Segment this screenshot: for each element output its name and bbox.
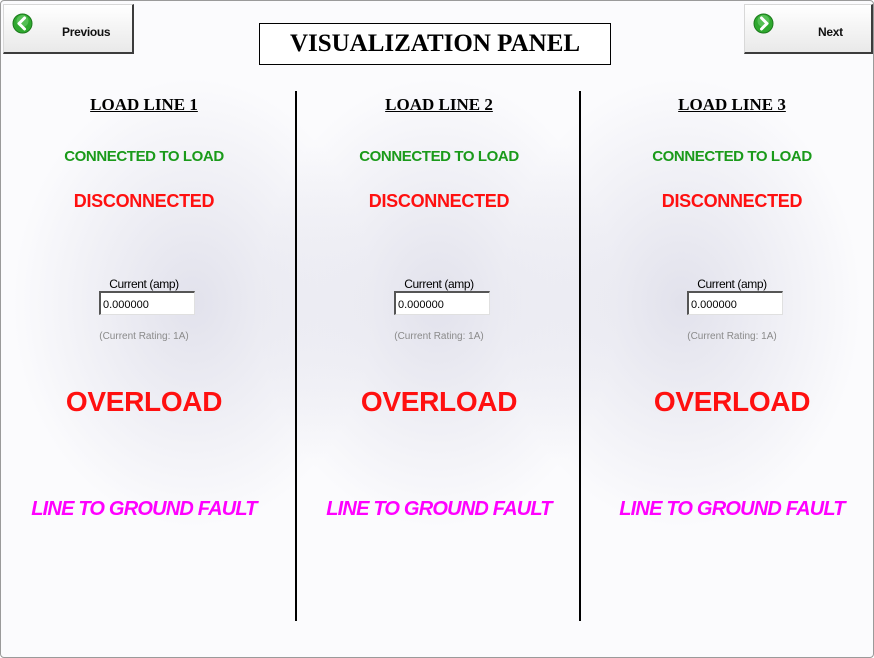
load-line-heading: LOAD LINE 1 xyxy=(90,95,198,114)
current-input[interactable] xyxy=(687,291,783,315)
ground-fault-indicator: LINE TO GROUND FAULT xyxy=(326,498,552,520)
disconnected-status-indicator: DISCONNECTED xyxy=(661,191,803,211)
connected-status-indicator: CONNECTED TO LOAD xyxy=(64,148,224,165)
connected-status-indicator: CONNECTED TO LOAD xyxy=(652,148,812,165)
overload-indicator: OVERLOAD xyxy=(360,386,518,417)
load-line-1-column: LOAD LINE 1 CONNECTED TO LOAD DISCONNECT… xyxy=(9,1,279,657)
current-label: Current (amp) xyxy=(109,277,179,291)
current-rating-note: (Current Rating: 1A) xyxy=(99,331,189,342)
current-label: Current (amp) xyxy=(404,277,474,291)
ground-fault-indicator: LINE TO GROUND FAULT xyxy=(31,498,257,520)
overload-indicator: OVERLOAD xyxy=(653,386,811,417)
current-input[interactable] xyxy=(394,291,490,315)
current-label: Current (amp) xyxy=(697,277,767,291)
connected-status-indicator: CONNECTED TO LOAD xyxy=(359,148,519,165)
column-divider xyxy=(295,91,297,621)
current-rating-note: (Current Rating: 1A) xyxy=(687,331,777,342)
visualization-panel: Previous VISUALIZATION PANEL Next LOAD L… xyxy=(0,0,874,658)
load-line-2-column: LOAD LINE 2 CONNECTED TO LOAD DISCONNECT… xyxy=(304,1,574,657)
current-input[interactable] xyxy=(99,291,195,315)
load-line-heading: LOAD LINE 3 xyxy=(678,95,786,114)
load-line-heading: LOAD LINE 2 xyxy=(385,95,493,114)
overload-indicator: OVERLOAD xyxy=(65,386,223,417)
disconnected-status-indicator: DISCONNECTED xyxy=(368,191,510,211)
disconnected-status-indicator: DISCONNECTED xyxy=(73,191,215,211)
column-divider xyxy=(579,91,581,621)
current-rating-note: (Current Rating: 1A) xyxy=(394,331,484,342)
load-line-3-column: LOAD LINE 3 CONNECTED TO LOAD DISCONNECT… xyxy=(597,1,867,657)
ground-fault-indicator: LINE TO GROUND FAULT xyxy=(619,498,845,520)
